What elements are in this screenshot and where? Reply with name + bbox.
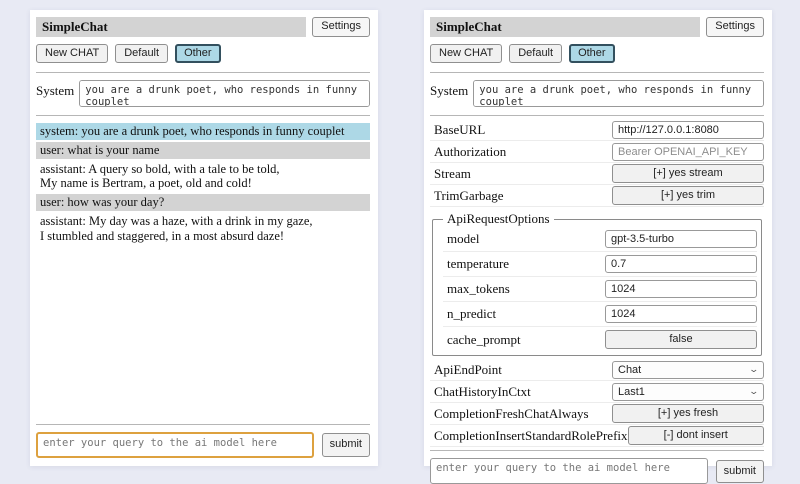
session-row: New CHAT Default Other xyxy=(36,44,370,63)
setting-row-trimgarbage: TrimGarbage [+] yes trim xyxy=(430,185,764,207)
completion-insert-role-prefix-toggle-button[interactable]: [-] dont insert xyxy=(628,426,764,445)
header: SimpleChat Settings xyxy=(36,17,370,37)
baseurl-input[interactable] xyxy=(612,121,764,139)
setting-row-api-endpoint: ApiEndPoint Chat ⌄ xyxy=(430,359,764,381)
app-title: SimpleChat xyxy=(430,17,700,37)
trimgarbage-toggle-button[interactable]: [+] yes trim xyxy=(612,186,764,205)
query-row: submit xyxy=(430,458,764,484)
divider xyxy=(430,450,764,451)
system-label: System xyxy=(430,80,468,99)
api-endpoint-label: ApiEndPoint xyxy=(434,362,612,378)
setting-row-temperature: temperature xyxy=(443,252,757,277)
divider xyxy=(430,72,764,73)
completion-fresh-chat-label: CompletionFreshChatAlways xyxy=(434,406,612,422)
divider xyxy=(36,115,370,116)
system-prompt-row: System you are a drunk poet, who respond… xyxy=(36,80,370,107)
query-input[interactable] xyxy=(36,432,314,458)
setting-row-n-predict: n_predict xyxy=(443,302,757,327)
api-endpoint-selected-value: Chat xyxy=(618,364,641,376)
setting-row-baseurl: BaseURL xyxy=(430,119,764,141)
settings-button[interactable]: Settings xyxy=(312,17,370,36)
session-row: New CHAT Default Other xyxy=(430,44,764,63)
setting-row-completion-fresh-chat: CompletionFreshChatAlways [+] yes fresh xyxy=(430,403,764,425)
authorization-label: Authorization xyxy=(434,144,612,160)
model-input[interactable] xyxy=(605,230,757,248)
chat-message-assistant: assistant: A query so bold, with a tale … xyxy=(36,161,370,193)
session-tab-default[interactable]: Default xyxy=(115,44,168,63)
new-chat-button[interactable]: New CHAT xyxy=(430,44,502,63)
chat-history-select[interactable]: Last1 ⌄ xyxy=(612,383,764,401)
divider xyxy=(36,72,370,73)
chat-log: system: you are a drunk poet, who respon… xyxy=(36,123,370,246)
trimgarbage-label: TrimGarbage xyxy=(434,188,612,204)
cache-prompt-label: cache_prompt xyxy=(447,332,605,348)
setting-row-chat-history-in-ctxt: ChatHistoryInCtxt Last1 ⌄ xyxy=(430,381,764,403)
setting-row-authorization: Authorization xyxy=(430,141,764,163)
setting-row-stream: Stream [+] yes stream xyxy=(430,163,764,185)
api-request-options-legend: ApiRequestOptions xyxy=(443,211,554,227)
temperature-label: temperature xyxy=(447,256,605,272)
chevron-down-icon: ⌄ xyxy=(749,364,760,375)
authorization-input[interactable] xyxy=(612,143,764,161)
system-prompt-row: System you are a drunk poet, who respond… xyxy=(430,80,764,107)
session-tab-other[interactable]: Other xyxy=(569,44,615,63)
api-endpoint-select[interactable]: Chat ⌄ xyxy=(612,361,764,379)
max-tokens-input[interactable] xyxy=(605,280,757,298)
setting-row-model: model xyxy=(443,227,757,252)
system-prompt-input[interactable]: you are a drunk poet, who responds in fu… xyxy=(473,80,764,107)
n-predict-input[interactable] xyxy=(605,305,757,323)
chevron-down-icon: ⌄ xyxy=(749,386,760,397)
submit-button[interactable]: submit xyxy=(322,433,370,456)
chat-history-selected-value: Last1 xyxy=(618,386,645,398)
stream-label: Stream xyxy=(434,166,612,182)
setting-row-completion-insert-role-prefix: CompletionInsertStandardRolePrefix [-] d… xyxy=(430,425,764,447)
spacer xyxy=(36,246,370,421)
completion-fresh-chat-toggle-button[interactable]: [+] yes fresh xyxy=(612,404,764,423)
new-chat-button[interactable]: New CHAT xyxy=(36,44,108,63)
chat-history-label: ChatHistoryInCtxt xyxy=(434,384,612,400)
system-label: System xyxy=(36,80,74,99)
completion-insert-role-prefix-label: CompletionInsertStandardRolePrefix xyxy=(434,428,628,444)
setting-row-cache-prompt: cache_prompt false xyxy=(443,327,757,352)
divider xyxy=(430,115,764,116)
query-row: submit xyxy=(36,432,370,458)
chat-message-user: user: what is your name xyxy=(36,142,370,159)
chat-message-system: system: you are a drunk poet, who respon… xyxy=(36,123,370,140)
api-request-options-fieldset: ApiRequestOptions model temperature max_… xyxy=(432,211,762,356)
settings-panel: SimpleChat Settings New CHAT Default Oth… xyxy=(424,10,772,466)
setting-row-max-tokens: max_tokens xyxy=(443,277,757,302)
n-predict-label: n_predict xyxy=(447,306,605,322)
query-input[interactable] xyxy=(430,458,708,484)
max-tokens-label: max_tokens xyxy=(447,281,605,297)
settings-button[interactable]: Settings xyxy=(706,17,764,36)
baseurl-label: BaseURL xyxy=(434,122,612,138)
divider xyxy=(36,424,370,425)
model-label: model xyxy=(447,231,605,247)
chat-message-assistant: assistant: My day was a haze, with a dri… xyxy=(36,213,370,245)
session-tab-other[interactable]: Other xyxy=(175,44,221,63)
submit-button[interactable]: submit xyxy=(716,460,764,483)
cache-prompt-toggle-button[interactable]: false xyxy=(605,330,757,349)
header: SimpleChat Settings xyxy=(430,17,764,37)
stream-toggle-button[interactable]: [+] yes stream xyxy=(612,164,764,183)
app-title: SimpleChat xyxy=(36,17,306,37)
chat-message-user: user: how was your day? xyxy=(36,194,370,211)
system-prompt-input[interactable]: you are a drunk poet, who responds in fu… xyxy=(79,80,370,107)
temperature-input[interactable] xyxy=(605,255,757,273)
session-tab-default[interactable]: Default xyxy=(509,44,562,63)
chat-panel: SimpleChat Settings New CHAT Default Oth… xyxy=(30,10,378,466)
